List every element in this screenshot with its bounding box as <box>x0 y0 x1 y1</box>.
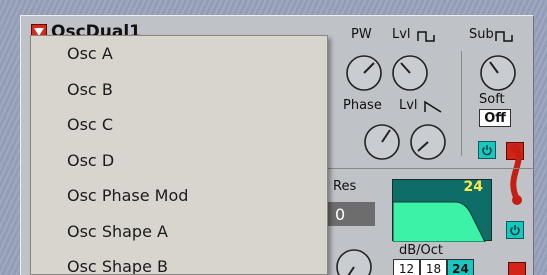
lvl-square-label: Lvl <box>392 27 411 42</box>
sub-knob[interactable] <box>477 52 519 94</box>
filter-slope-display: 24 <box>392 179 492 242</box>
res-label: Res <box>333 179 357 194</box>
phase-knob[interactable] <box>361 121 403 163</box>
menu-item-osc-phase-mod[interactable]: Osc Phase Mod <box>31 178 327 214</box>
lvl-saw-knob[interactable] <box>407 121 449 163</box>
menu-item-osc-d[interactable]: Osc D <box>31 143 327 179</box>
menu-item-osc-b[interactable]: Osc B <box>31 72 327 108</box>
pw-label: PW <box>351 27 372 42</box>
res-value-field[interactable]: 0 <box>327 202 375 226</box>
pw-knob[interactable] <box>343 52 385 94</box>
db-option-18[interactable]: 18 <box>420 259 447 275</box>
square-wave-icon <box>417 31 435 42</box>
menu-item-osc-shape-a[interactable]: Osc Shape A <box>31 214 327 250</box>
filter-output-jack[interactable] <box>508 262 526 275</box>
filter-power-button[interactable] <box>506 221 524 239</box>
power-icon <box>482 145 492 156</box>
power-button[interactable] <box>478 141 496 159</box>
menu-item-osc-shape-b[interactable]: Osc Shape B <box>31 249 327 274</box>
patch-cable <box>510 144 522 205</box>
soft-label: Soft <box>479 92 505 107</box>
saw-wave-icon <box>424 100 442 113</box>
section-divider <box>461 51 462 156</box>
menu-item-osc-a[interactable]: Osc A <box>31 36 327 72</box>
module-dropdown-menu: Osc A Osc B Osc C Osc D Osc Phase Mod Os… <box>30 35 328 275</box>
db-oct-label: dB/Oct <box>399 243 444 258</box>
menu-item-osc-c[interactable]: Osc C <box>31 107 327 143</box>
square-wave-icon <box>495 31 513 42</box>
db-option-24[interactable]: 24 <box>447 259 474 275</box>
lvl-square-knob[interactable] <box>389 52 431 94</box>
db-option-12[interactable]: 12 <box>393 259 420 275</box>
lvl-saw-label: Lvl <box>399 98 418 113</box>
phase-label: Phase <box>343 98 382 113</box>
power-icon <box>510 225 520 236</box>
sub-label: Sub <box>469 27 494 42</box>
section-divider <box>321 168 535 169</box>
soft-toggle[interactable]: Off <box>479 109 511 127</box>
cutoff-knob[interactable] <box>333 246 375 275</box>
